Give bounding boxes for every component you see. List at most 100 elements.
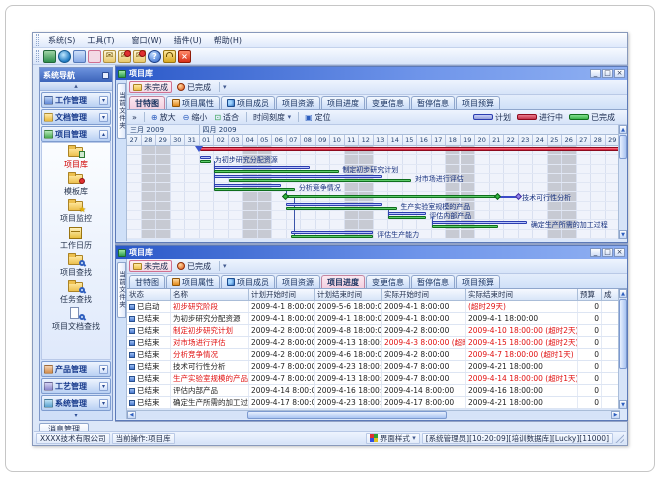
day-header[interactable]: 16	[417, 135, 432, 145]
tab-gantt[interactable]: 甘特图	[129, 96, 165, 109]
day-header[interactable]: 21	[490, 135, 505, 145]
actual-bar[interactable]	[229, 179, 412, 182]
toolbar-overflow-button[interactable]: »	[129, 111, 140, 123]
sidebar-scroll-down-icon[interactable]: ▾	[40, 411, 112, 420]
actual-bar[interactable]	[291, 235, 374, 238]
help-icon[interactable]	[148, 50, 161, 63]
save-folder-icon[interactable]	[88, 50, 101, 63]
day-header[interactable]: 02	[214, 135, 229, 145]
day-header[interactable]: 04	[243, 135, 258, 145]
tab-project-budget[interactable]: 项目预算	[456, 96, 500, 109]
column-header[interactable]: 实际开始时间	[382, 289, 466, 300]
scroll-down-icon[interactable]: ▼	[619, 400, 627, 409]
resize-grip[interactable]	[615, 434, 624, 443]
sidebar-item-project-monitor[interactable]: ★项目监控	[60, 199, 92, 224]
scroll-down-icon[interactable]: ▼	[619, 230, 627, 239]
sidebar-group-process-management[interactable]: 工艺管理▾	[41, 378, 111, 394]
scroll-up-icon[interactable]: ▲	[619, 289, 627, 298]
sidebar-group-project-management[interactable]: 项目管理▴	[41, 126, 111, 142]
filter-unfinished-button[interactable]: 未完成	[129, 81, 172, 93]
day-header[interactable]: 19	[461, 135, 476, 145]
gantt-chart[interactable]: 为初步研究分配资源制定初步研究计划对市场进行评估分析竞争情况技术可行性分析生产实…	[127, 146, 620, 239]
day-header[interactable]: 30	[171, 135, 186, 145]
table-row[interactable]: 已结束技术可行性分析2009-4-7 8:00:002009-4-23 18:0…	[127, 361, 620, 373]
sidebar-group-document-management[interactable]: 文档管理▾	[41, 109, 111, 125]
filter-more-icon[interactable]: ▾	[223, 262, 227, 270]
day-header[interactable]: 12	[359, 135, 374, 145]
sidebar-item-project-library[interactable]: 项目库	[64, 145, 88, 170]
actual-bar[interactable]	[286, 207, 396, 210]
day-header[interactable]: 09	[316, 135, 331, 145]
filter-unfinished-button[interactable]: 未完成	[129, 260, 172, 272]
scroll-right-icon[interactable]: ▶	[611, 411, 620, 419]
day-header[interactable]: 05	[258, 135, 273, 145]
table-horizontal-scrollbar[interactable]: ◀ ▶	[127, 410, 620, 419]
panel-title-bar[interactable]: 项目库 _□×	[116, 246, 627, 259]
day-header[interactable]: 29	[156, 135, 171, 145]
day-header[interactable]: 01	[200, 135, 215, 145]
day-header[interactable]: 22	[504, 135, 519, 145]
day-header[interactable]: 03	[229, 135, 244, 145]
day-header[interactable]: 27	[127, 135, 142, 145]
plan-bar[interactable]	[214, 166, 310, 169]
filter-finished-button[interactable]: 已完成	[174, 260, 214, 272]
current-folder-tab[interactable]: 当前文件夹	[117, 83, 126, 139]
table-row[interactable]: 已结束制定初步研究计划2009-4-2 8:00:002009-4-8 18:0…	[127, 325, 620, 337]
scroll-up-icon[interactable]: ▲	[619, 125, 627, 134]
plan-bar[interactable]	[388, 212, 426, 215]
actual-bar[interactable]	[214, 170, 339, 173]
tab-project-resources[interactable]: 项目资源	[276, 275, 320, 288]
column-header[interactable]: 名称	[171, 289, 249, 300]
tab-change-info[interactable]: 变更信息	[366, 96, 410, 109]
plan-bar[interactable]	[286, 203, 382, 206]
day-header[interactable]: 11	[345, 135, 360, 145]
day-header[interactable]: 28	[142, 135, 157, 145]
chevron-icon[interactable]: ▴	[99, 130, 108, 139]
monitor-icon[interactable]	[43, 50, 56, 63]
minimize-button[interactable]: _	[590, 248, 601, 257]
menu-tools[interactable]: 工具(T)	[81, 34, 120, 47]
exit-icon[interactable]	[178, 50, 191, 63]
table-row[interactable]: 已结束生产实验室规模的产品2009-4-7 8:00:002009-4-13 1…	[127, 373, 620, 385]
chevron-icon[interactable]: ▾	[99, 399, 108, 408]
actual-bar[interactable]	[214, 188, 295, 191]
summary-bar-in-progress[interactable]	[200, 147, 621, 151]
tab-project-resources[interactable]: 项目资源	[276, 96, 320, 109]
tab-project-budget[interactable]: 项目预算	[456, 275, 500, 288]
column-header[interactable]: 计划开始时间	[249, 289, 315, 300]
scroll-thumb[interactable]	[619, 135, 627, 159]
plan-bar[interactable]	[291, 231, 374, 234]
sidebar-item-project-doc-find[interactable]: 项目文档查找	[52, 307, 100, 332]
menu-help[interactable]: 帮助(H)	[208, 34, 248, 47]
filter-more-icon[interactable]: ▾	[223, 83, 227, 91]
menu-window[interactable]: 窗口(W)	[125, 34, 167, 47]
menu-system[interactable]: 系统(S)	[42, 34, 81, 47]
day-header[interactable]: 27	[577, 135, 592, 145]
progress-table[interactable]: 已启动初步研究阶段2009-4-1 8:00:002009-5-6 18:00:…	[127, 301, 620, 409]
column-header[interactable]: 预算	[578, 289, 602, 300]
table-row[interactable]: 已结束分析竞争情况2009-4-2 8:00:002009-4-6 18:00:…	[127, 349, 620, 361]
minimize-button[interactable]: _	[590, 69, 601, 78]
sidebar-group-product-management[interactable]: 产品管理▾	[41, 361, 111, 377]
day-header[interactable]: 28	[591, 135, 606, 145]
day-header[interactable]: 08	[301, 135, 316, 145]
day-header[interactable]: 26	[562, 135, 577, 145]
actual-bar[interactable]	[200, 160, 212, 163]
style-selector[interactable]: 界面样式 ▾	[366, 433, 420, 444]
actual-bar[interactable]	[388, 216, 426, 219]
day-header[interactable]: 14	[388, 135, 403, 145]
plan-bar[interactable]	[432, 221, 528, 224]
current-folder-tab[interactable]: 当前文件夹	[117, 262, 126, 318]
lock-icon[interactable]	[163, 50, 176, 63]
panel-title-bar[interactable]: 项目库 _□×	[116, 67, 627, 80]
tab-pause-info[interactable]: 暂停信息	[411, 275, 455, 288]
scroll-thumb[interactable]	[619, 299, 627, 369]
mail-del-icon[interactable]	[133, 50, 146, 63]
column-header[interactable]: 实际结束时间	[466, 289, 578, 300]
mail-icon[interactable]	[103, 50, 116, 63]
tab-project-progress[interactable]: 项目进度	[321, 275, 365, 288]
chevron-icon[interactable]: ▾	[99, 96, 108, 105]
table-row[interactable]: 已启动初步研究阶段2009-4-1 8:00:002009-5-6 18:00:…	[127, 301, 620, 313]
plan-bar[interactable]	[214, 175, 382, 178]
day-header[interactable]: 24	[533, 135, 548, 145]
